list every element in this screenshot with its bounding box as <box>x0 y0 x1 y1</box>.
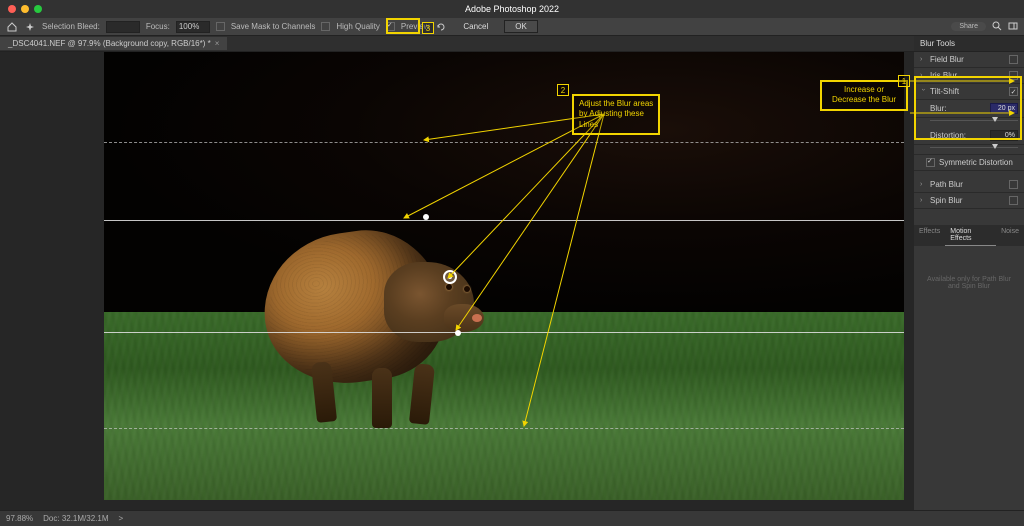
distortion-label: Distortion: <box>930 131 966 140</box>
high-quality-label: High Quality <box>336 22 380 31</box>
panel-title: Blur Tools <box>914 36 1024 52</box>
tilt-shift-guide-top-dashed[interactable] <box>104 142 904 143</box>
save-mask-label: Save Mask to Channels <box>231 22 316 31</box>
guide-handle-bottom[interactable] <box>455 330 461 336</box>
iris-blur-row[interactable]: ›Iris Blur <box>914 68 1024 84</box>
home-icon[interactable] <box>6 21 18 33</box>
status-chevron-icon[interactable]: > <box>119 514 124 523</box>
annotation-box-lines: Adjust the Blur areas by Adjusting these… <box>572 94 660 135</box>
window-controls <box>0 5 42 13</box>
preview-checkbox[interactable] <box>386 22 395 31</box>
path-blur-label: Path Blur <box>930 180 963 189</box>
spin-blur-row[interactable]: ›Spin Blur <box>914 193 1024 209</box>
distortion-input[interactable] <box>990 130 1018 141</box>
canvas[interactable]: 2 Adjust the Blur areas by Adjusting the… <box>104 52 904 500</box>
cancel-button[interactable]: Cancel <box>453 21 498 32</box>
tilt-shift-row[interactable]: ›Tilt-Shift <box>914 84 1024 100</box>
effects-note: Available only for Path Blur and Spin Bl… <box>914 246 1024 320</box>
tilt-shift-guide-bottom-dashed[interactable] <box>104 428 904 429</box>
blur-tools-panel: Blur Tools ›Field Blur ›Iris Blur ›Tilt-… <box>914 36 1024 510</box>
photo <box>104 52 904 500</box>
field-blur-row[interactable]: ›Field Blur <box>914 52 1024 68</box>
blur-slider[interactable] <box>930 118 1018 124</box>
focus-input[interactable] <box>176 21 210 33</box>
app-title: Adobe Photoshop 2022 <box>465 4 559 14</box>
save-mask-checkbox[interactable] <box>216 22 225 31</box>
field-blur-label: Field Blur <box>930 55 964 64</box>
symmetric-label: Symmetric Distortion <box>939 158 1013 167</box>
blur-label: Blur: <box>930 104 946 113</box>
status-bar: 97.88% Doc: 32.1M/32.1M > <box>0 510 1024 526</box>
doc-size: Doc: 32.1M/32.1M <box>43 514 108 523</box>
sparkle-icon[interactable] <box>24 21 36 33</box>
tab-motion-effects[interactable]: Motion Effects <box>945 225 996 246</box>
title-bar: Adobe Photoshop 2022 <box>0 0 1024 18</box>
close-tab-icon[interactable]: × <box>215 39 220 48</box>
path-blur-checkbox[interactable] <box>1009 180 1018 189</box>
field-blur-checkbox[interactable] <box>1009 55 1018 64</box>
distortion-slider[interactable] <box>930 145 1018 151</box>
tilt-shift-checkbox[interactable] <box>1009 87 1018 96</box>
options-bar: Selection Bleed: Focus: Save Mask to Cha… <box>0 18 1024 36</box>
spin-blur-label: Spin Blur <box>930 196 962 205</box>
symmetric-checkbox[interactable] <box>926 158 935 167</box>
annotation-box-blur: Increase or Decrease the Blur <box>820 80 908 111</box>
annotation-badge-3: 3 <box>422 22 434 34</box>
spin-blur-checkbox[interactable] <box>1009 196 1018 205</box>
workspace: 2 Adjust the Blur areas by Adjusting the… <box>0 52 914 510</box>
effects-tabs: Effects Motion Effects Noise <box>914 225 1024 246</box>
selection-bleed-label: Selection Bleed: <box>42 22 100 31</box>
document-tabs: _DSC4041.NEF @ 97.9% (Background copy, R… <box>0 36 1024 52</box>
minimize-window-button[interactable] <box>21 5 29 13</box>
search-icon[interactable] <box>992 21 1002 33</box>
document-tab[interactable]: _DSC4041.NEF @ 97.9% (Background copy, R… <box>0 37 227 50</box>
workspace-icon[interactable] <box>1008 21 1018 33</box>
high-quality-checkbox[interactable] <box>321 22 330 31</box>
maximize-window-button[interactable] <box>34 5 42 13</box>
guide-handle-top[interactable] <box>423 214 429 220</box>
top-right-icons <box>992 21 1018 33</box>
close-window-button[interactable] <box>8 5 16 13</box>
annotation-badge-2: 2 <box>557 84 569 96</box>
blur-amount-row: Blur: <box>914 100 1024 118</box>
annotation-badge-1: 1 <box>898 75 910 87</box>
distortion-row: Distortion: <box>914 127 1024 145</box>
tab-effects[interactable]: Effects <box>914 225 945 246</box>
blur-pin[interactable] <box>443 270 457 284</box>
tilt-shift-label: Tilt-Shift <box>930 87 959 96</box>
zoom-level[interactable]: 97.88% <box>6 514 33 523</box>
tab-noise[interactable]: Noise <box>996 225 1024 246</box>
iris-blur-label: Iris Blur <box>930 71 957 80</box>
tilt-shift-guide-bottom-solid[interactable] <box>104 332 904 333</box>
document-tab-label: _DSC4041.NEF @ 97.9% (Background copy, R… <box>8 39 211 48</box>
ok-button[interactable]: OK <box>504 20 538 33</box>
tilt-shift-guide-top-solid[interactable] <box>104 220 904 221</box>
symmetric-row[interactable]: Symmetric Distortion <box>914 154 1024 171</box>
share-button[interactable]: Share <box>951 22 986 31</box>
focus-label: Focus: <box>146 22 170 31</box>
reset-icon[interactable] <box>435 21 447 33</box>
blur-input[interactable] <box>990 103 1018 114</box>
path-blur-row[interactable]: ›Path Blur <box>914 177 1024 193</box>
subject-animal <box>254 192 514 422</box>
iris-blur-checkbox[interactable] <box>1009 71 1018 80</box>
selection-bleed-input[interactable] <box>106 21 140 33</box>
